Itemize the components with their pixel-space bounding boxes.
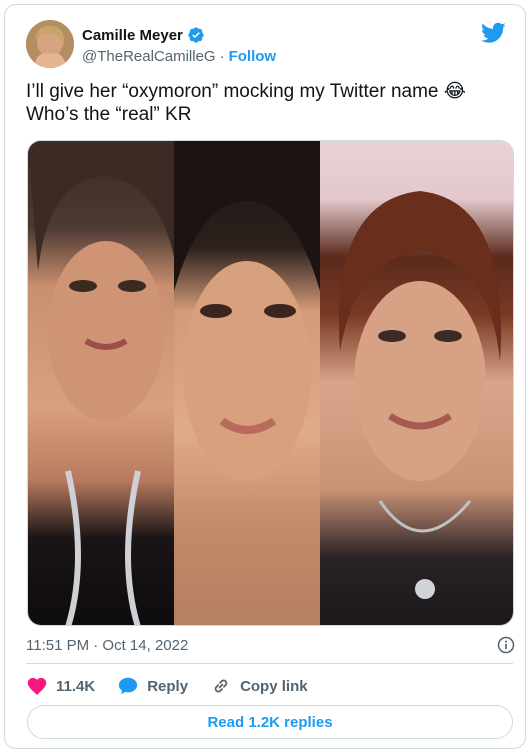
separator: · [219,47,225,65]
tweet-meta-row: 11:51 PM · Oct 14, 2022 [26,634,516,656]
portrait-right [338,191,501,599]
copy-link-button[interactable]: Copy link [210,675,308,697]
follow-button[interactable]: Follow [229,48,277,65]
avatar[interactable] [26,20,74,68]
media-panel-left [28,141,175,625]
link-icon [214,679,228,693]
reply-label: Reply [147,677,189,695]
author-info: Camille Meyer @TheRealCamilleG · Follow [82,25,276,66]
tweet-timestamp[interactable]: 11:51 PM · Oct 14, 2022 [26,637,188,654]
info-icon[interactable] [496,635,516,655]
author-handle[interactable]: @TheRealCamilleG [82,48,216,65]
like-button[interactable]: 11.4K [26,675,95,697]
media-panel-middle [174,141,320,625]
twitter-bird-icon[interactable] [481,22,506,44]
divider [26,663,513,664]
portrait-middle [174,141,320,481]
avatar-photo [26,20,74,68]
heart-icon [27,677,47,695]
reply-bubble-icon [119,677,138,695]
tweet-embed-card: Camille Meyer @TheRealCamilleG · Follow … [4,4,526,749]
copy-link-label: Copy link [240,677,308,695]
like-count: 11.4K [56,677,96,695]
author-name[interactable]: Camille Meyer [82,27,183,44]
reply-button[interactable]: Reply [117,675,188,697]
action-bar: 11.4K Reply Copy link [26,673,330,699]
read-replies-label: Read 1.2K replies [207,713,333,731]
portrait-left [28,141,175,625]
verified-badge-icon [188,27,204,43]
media-panel-right [319,141,513,625]
tweet-text: I’ll give her “oxymoron” mocking my Twit… [26,81,466,125]
tweet-media-image[interactable] [27,140,514,626]
read-replies-button[interactable]: Read 1.2K replies [27,705,513,739]
